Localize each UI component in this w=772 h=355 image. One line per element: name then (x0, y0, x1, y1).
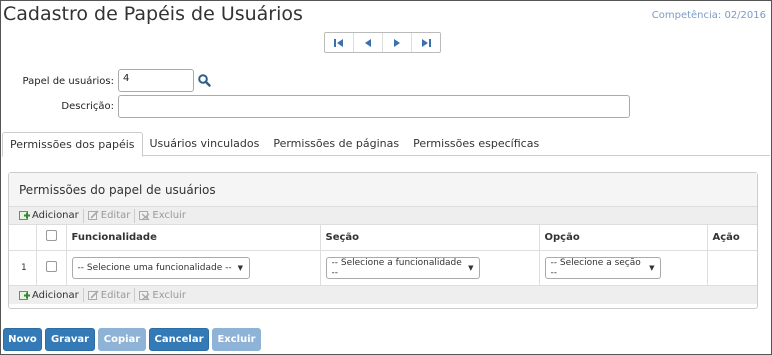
select-all-checkbox[interactable] (45, 230, 57, 242)
next-record-button[interactable] (383, 33, 412, 52)
permissions-panel: Permissões do papel de usuários Adiciona… (8, 172, 758, 309)
funcionalidade-header: Funcionalidade (66, 225, 321, 251)
add-label: Adicionar (32, 289, 79, 301)
chevron-down-icon: ▼ (468, 263, 474, 272)
secao-select[interactable]: -- Selecione a funcionalidade -- ▼ (325, 256, 480, 279)
cancelar-button[interactable]: Cancelar (149, 328, 209, 351)
papel-input[interactable]: 4 (118, 69, 194, 92)
select-all-header (36, 225, 67, 251)
secao-header: Seção (320, 225, 540, 251)
first-record-icon (334, 38, 343, 47)
opcao-cell: -- Selecione a seção -- ▼ (539, 250, 708, 285)
action-buttons: Novo Gravar Copiar Cancelar Excluir (3, 328, 264, 351)
gravar-button[interactable]: Gravar (45, 328, 95, 351)
secao-cell: -- Selecione a funcionalidade -- ▼ (320, 250, 540, 285)
last-record-icon (422, 38, 431, 47)
page-title: Cadastro de Papéis de Usuários (3, 3, 303, 25)
previous-record-icon (365, 38, 371, 47)
tab-permissoes-paginas[interactable]: Permissões de páginas (266, 132, 406, 156)
delete-button[interactable]: Excluir (135, 209, 190, 223)
funcionalidade-cell: -- Selecione uma funcionalidade -- ▼ (66, 250, 321, 285)
descricao-input[interactable] (118, 95, 630, 118)
chevron-down-icon: ▼ (649, 263, 655, 272)
descricao-label: Descrição: (61, 101, 114, 112)
delete-label: Excluir (152, 210, 186, 221)
permissions-table: Funcionalidade Seção Opção Ação 1 -- Sel… (9, 225, 757, 285)
last-record-button[interactable] (412, 33, 440, 52)
tab-bar: Permissões dos papéis Usuários vinculado… (2, 132, 770, 157)
edit-label: Editar (100, 210, 131, 221)
opcao-select[interactable]: -- Selecione a seção -- ▼ (544, 256, 661, 279)
table-header-row: Funcionalidade Seção Opção Ação (9, 225, 757, 251)
opcao-header: Opção (539, 225, 708, 251)
first-record-button[interactable] (325, 33, 354, 52)
delete-icon (139, 290, 150, 301)
panel-title: Permissões do papel de usuários (9, 173, 757, 207)
add-button-bottom[interactable]: Adicionar (15, 288, 84, 302)
row-number-header (9, 225, 37, 251)
add-icon (19, 211, 30, 220)
previous-record-button[interactable] (354, 33, 383, 52)
delete-icon (139, 211, 150, 221)
novo-button[interactable]: Novo (3, 328, 42, 351)
row-number: 1 (9, 250, 37, 285)
funcionalidade-select[interactable]: -- Selecione uma funcionalidade -- ▼ (71, 256, 250, 279)
grid-toolbar-bottom: Adicionar Editar Excluir (9, 285, 757, 304)
add-icon (19, 290, 30, 300)
table-row: 1 -- Selecione uma funcionalidade -- ▼ --… (9, 250, 757, 285)
secao-select-value: -- Selecione a funcionalidade -- (331, 257, 462, 278)
edit-button[interactable]: Editar (84, 208, 136, 223)
delete-label: Excluir (152, 289, 186, 301)
excluir-button[interactable]: Excluir (212, 328, 261, 351)
next-record-icon (394, 38, 400, 47)
acao-cell (707, 250, 757, 285)
tab-permissoes-especificas[interactable]: Permissões específicas (406, 132, 546, 156)
copiar-button[interactable]: Copiar (98, 328, 146, 351)
funcionalidade-select-value: -- Selecione uma funcionalidade -- (77, 262, 232, 273)
tab-usuarios-vinculados[interactable]: Usuários vinculados (143, 132, 267, 156)
edit-button-bottom[interactable]: Editar (84, 288, 136, 302)
tab-permissoes-papeis[interactable]: Permissões dos papéis (2, 132, 143, 157)
edit-label: Editar (100, 289, 131, 301)
add-label: Adicionar (32, 210, 79, 221)
row-select-cell (36, 250, 67, 285)
row-checkbox[interactable] (45, 260, 57, 272)
record-navigation (324, 32, 441, 53)
delete-button-bottom[interactable]: Excluir (135, 288, 190, 302)
competencia-label: Competência: 02/2016 (651, 10, 766, 21)
acao-header: Ação (707, 225, 757, 251)
search-icon[interactable] (197, 73, 211, 87)
add-button[interactable]: Adicionar (15, 208, 84, 223)
papel-label: Papel de usuários: (22, 76, 114, 87)
grid-toolbar-top: Adicionar Editar Excluir (9, 207, 757, 225)
chevron-down-icon: ▼ (237, 263, 244, 272)
opcao-select-value: -- Selecione a seção -- (550, 257, 641, 278)
edit-icon (87, 289, 99, 300)
edit-icon (87, 210, 99, 220)
